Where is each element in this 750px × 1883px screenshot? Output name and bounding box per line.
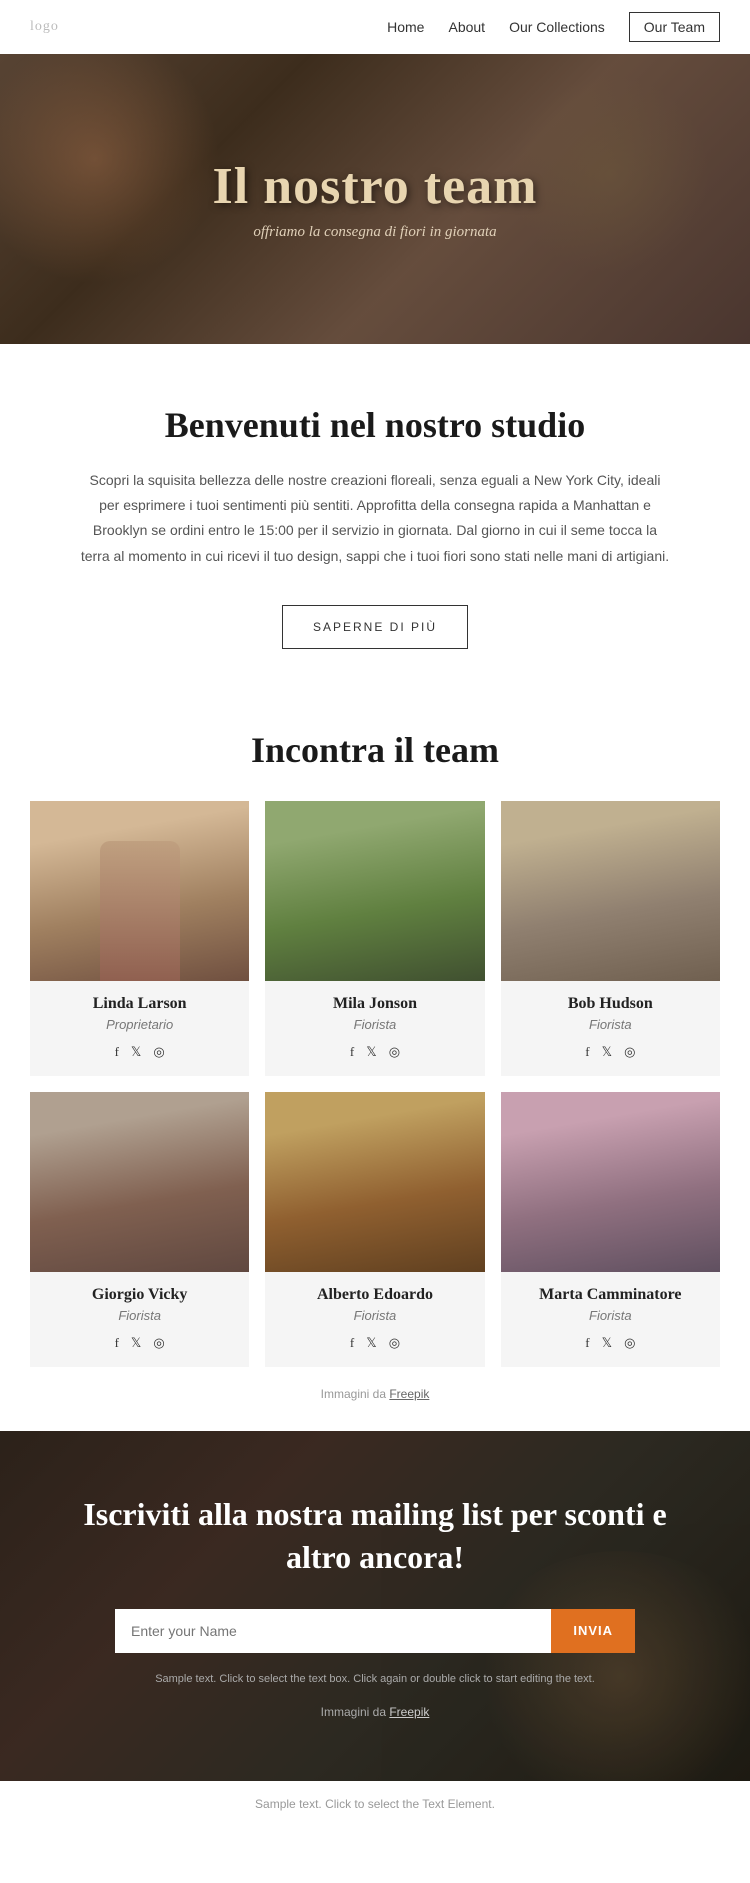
twitter-icon[interactable]: 𝕏 [366, 1044, 376, 1060]
twitter-icon[interactable]: 𝕏 [602, 1044, 612, 1060]
social-icons-mila: f 𝕏 ◎ [275, 1044, 474, 1060]
team-name-linda: Linda Larson [40, 995, 239, 1013]
team-photo-bob [501, 801, 720, 981]
facebook-icon[interactable]: f [585, 1335, 589, 1351]
footer-sample: Sample text. Click to select the Text El… [0, 1781, 750, 1827]
instagram-icon[interactable]: ◎ [153, 1335, 164, 1351]
nav-about[interactable]: About [448, 19, 485, 35]
twitter-icon[interactable]: 𝕏 [131, 1335, 141, 1351]
team-card-mila: Mila Jonson Fiorista f 𝕏 ◎ [265, 801, 484, 1076]
team-card-bob: Bob Hudson Fiorista f 𝕏 ◎ [501, 801, 720, 1076]
mailing-sample-text: Sample text. Click to select the text bo… [80, 1673, 670, 1685]
team-name-bob: Bob Hudson [511, 995, 710, 1013]
welcome-body: Scopri la squisita bellezza delle nostre… [80, 468, 670, 569]
team-photo-marta [501, 1092, 720, 1272]
social-icons-giorgio: f 𝕏 ◎ [40, 1335, 239, 1351]
team-card-linda: Linda Larson Proprietario f 𝕏 ◎ [30, 801, 249, 1076]
twitter-icon[interactable]: 𝕏 [366, 1335, 376, 1351]
mailing-content: Iscriviti alla nostra mailing list per s… [80, 1493, 670, 1719]
hero-content: Il nostro team offriamo la consegna di f… [212, 157, 537, 241]
team-role-marta: Fiorista [511, 1308, 710, 1323]
facebook-icon[interactable]: f [115, 1335, 119, 1351]
facebook-icon[interactable]: f [585, 1044, 589, 1060]
team-card-info-bob: Bob Hudson Fiorista f 𝕏 ◎ [501, 981, 720, 1076]
twitter-icon[interactable]: 𝕏 [602, 1335, 612, 1351]
hero-subtitle: offriamo la consegna di fiori in giornat… [212, 224, 537, 241]
team-grid: Linda Larson Proprietario f 𝕏 ◎ Mila Jon… [30, 801, 720, 1367]
social-icons-bob: f 𝕏 ◎ [511, 1044, 710, 1060]
team-card-info-linda: Linda Larson Proprietario f 𝕏 ◎ [30, 981, 249, 1076]
mailing-freepik-prefix: Immagini da [321, 1705, 390, 1719]
facebook-icon[interactable]: f [115, 1044, 119, 1060]
nav-home[interactable]: Home [387, 19, 424, 35]
freepik-link-team[interactable]: Freepik [389, 1387, 429, 1401]
team-photo-linda [30, 801, 249, 981]
logo: logo [30, 19, 59, 35]
team-photo-giorgio [30, 1092, 249, 1272]
team-card-info-mila: Mila Jonson Fiorista f 𝕏 ◎ [265, 981, 484, 1076]
team-card-info-giorgio: Giorgio Vicky Fiorista f 𝕏 ◎ [30, 1272, 249, 1367]
mailing-section: Iscriviti alla nostra mailing list per s… [0, 1431, 750, 1781]
instagram-icon[interactable]: ◎ [389, 1335, 400, 1351]
team-name-giorgio: Giorgio Vicky [40, 1286, 239, 1304]
team-role-giorgio: Fiorista [40, 1308, 239, 1323]
instagram-icon[interactable]: ◎ [389, 1044, 400, 1060]
social-icons-alberto: f 𝕏 ◎ [275, 1335, 474, 1351]
instagram-icon[interactable]: ◎ [624, 1044, 635, 1060]
nav-collections[interactable]: Our Collections [509, 19, 605, 35]
freepik-prefix-team: Immagini da [321, 1387, 390, 1401]
team-card-info-alberto: Alberto Edoardo Fiorista f 𝕏 ◎ [265, 1272, 484, 1367]
hero-section: Il nostro team offriamo la consegna di f… [0, 54, 750, 344]
social-icons-linda: f 𝕏 ◎ [40, 1044, 239, 1060]
nav-links: Home About Our Collections Our Team [387, 12, 720, 42]
mailing-freepik-link[interactable]: Freepik [389, 1705, 429, 1719]
team-name-alberto: Alberto Edoardo [275, 1286, 474, 1304]
mailing-title: Iscriviti alla nostra mailing list per s… [80, 1493, 670, 1579]
instagram-icon[interactable]: ◎ [624, 1335, 635, 1351]
welcome-title: Benvenuti nel nostro studio [80, 404, 670, 446]
facebook-icon[interactable]: f [350, 1335, 354, 1351]
instagram-icon[interactable]: ◎ [153, 1044, 164, 1060]
team-photo-alberto [265, 1092, 484, 1272]
team-name-marta: Marta Camminatore [511, 1286, 710, 1304]
freepik-credit-team: Immagini da Freepik [30, 1367, 720, 1411]
footer-sample-text: Sample text. Click to select the Text El… [255, 1797, 495, 1811]
facebook-icon[interactable]: f [350, 1044, 354, 1060]
team-role-bob: Fiorista [511, 1017, 710, 1032]
team-role-mila: Fiorista [275, 1017, 474, 1032]
mailing-form: INVIA [115, 1609, 635, 1653]
learn-more-button[interactable]: SAPERNE DI PIÙ [282, 605, 468, 649]
mailing-name-input[interactable] [115, 1609, 551, 1653]
team-role-alberto: Fiorista [275, 1308, 474, 1323]
team-photo-mila [265, 801, 484, 981]
nav-team[interactable]: Our Team [629, 12, 720, 42]
team-card-giorgio: Giorgio Vicky Fiorista f 𝕏 ◎ [30, 1092, 249, 1367]
mailing-freepik-credit: Immagini da Freepik [80, 1705, 670, 1719]
mailing-submit-button[interactable]: INVIA [551, 1609, 635, 1653]
navbar: logo Home About Our Collections Our Team [0, 0, 750, 54]
twitter-icon[interactable]: 𝕏 [131, 1044, 141, 1060]
team-section: Incontra il team Linda Larson Proprietar… [0, 699, 750, 1431]
team-card-info-marta: Marta Camminatore Fiorista f 𝕏 ◎ [501, 1272, 720, 1367]
team-card-alberto: Alberto Edoardo Fiorista f 𝕏 ◎ [265, 1092, 484, 1367]
social-icons-marta: f 𝕏 ◎ [511, 1335, 710, 1351]
team-card-marta: Marta Camminatore Fiorista f 𝕏 ◎ [501, 1092, 720, 1367]
team-title: Incontra il team [30, 729, 720, 771]
team-role-linda: Proprietario [40, 1017, 239, 1032]
hero-title: Il nostro team [212, 157, 537, 216]
welcome-section: Benvenuti nel nostro studio Scopri la sq… [0, 344, 750, 699]
team-name-mila: Mila Jonson [275, 995, 474, 1013]
